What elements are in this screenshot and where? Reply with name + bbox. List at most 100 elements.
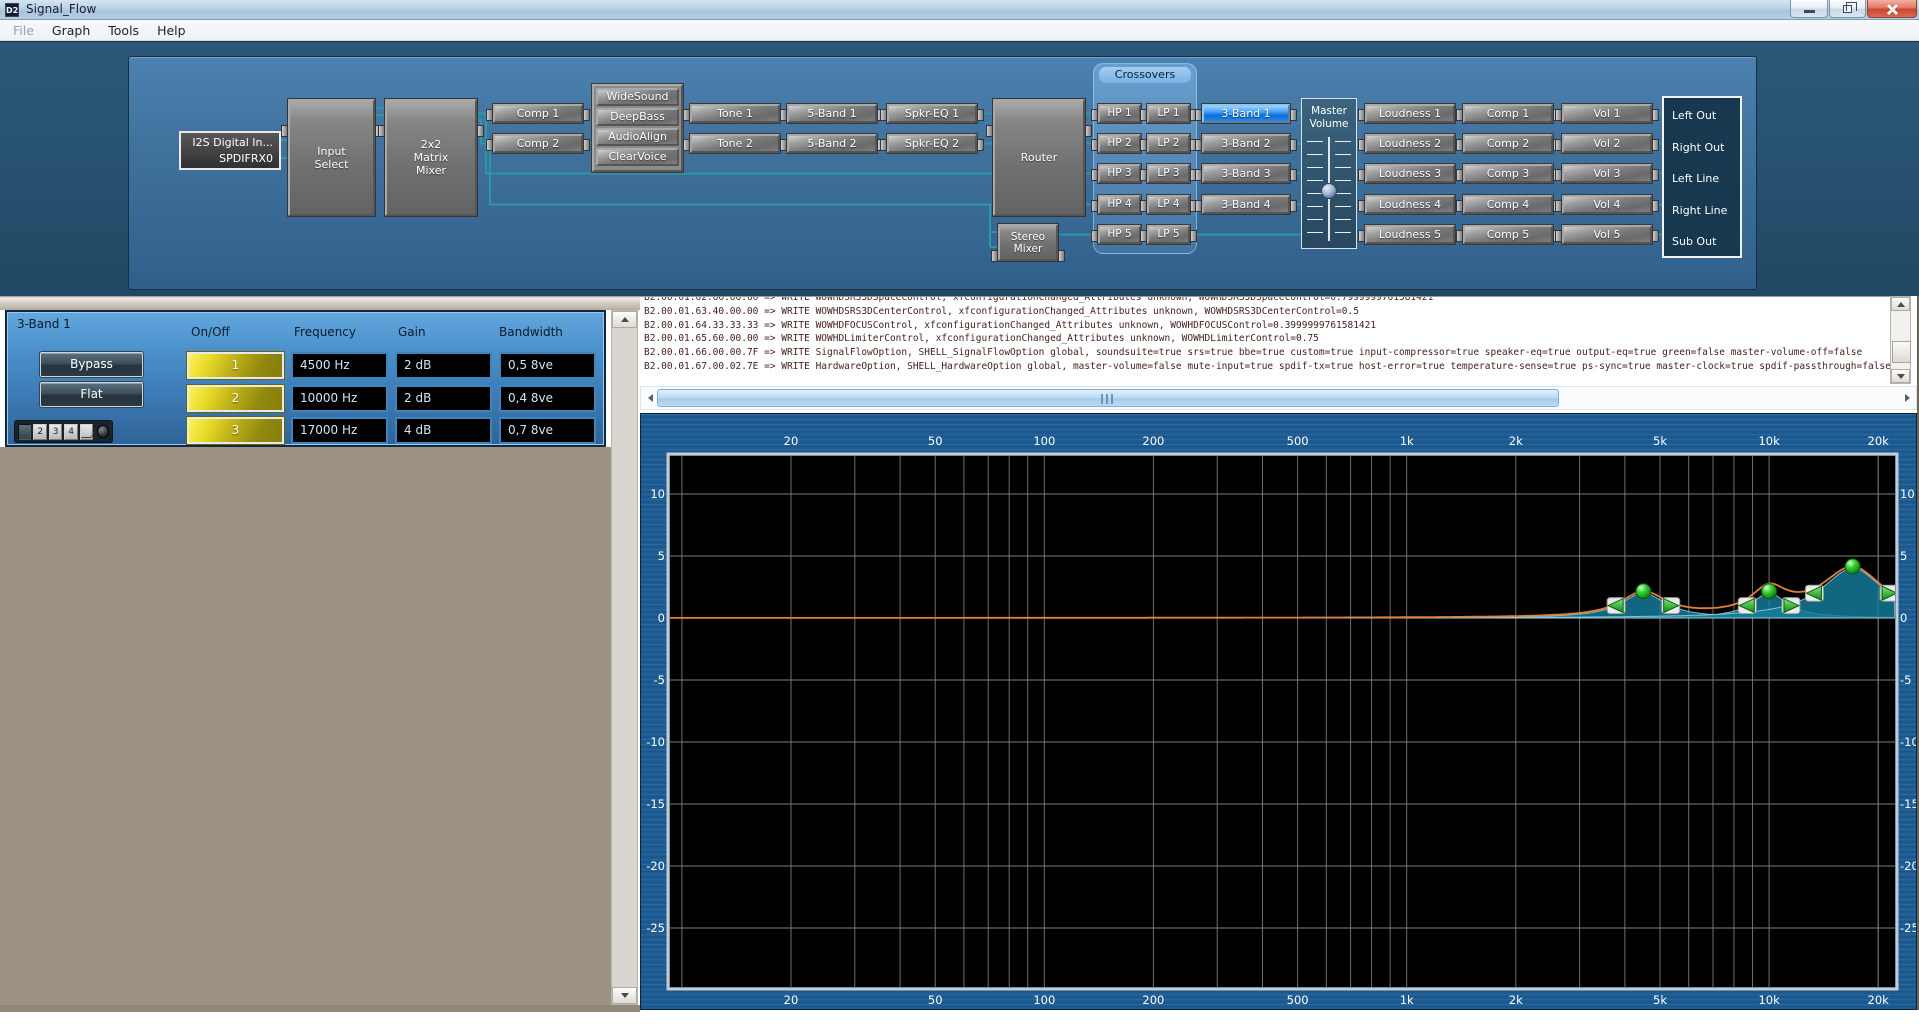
flow-node-loud-loudness-2[interactable]: Loudness 2 (1365, 134, 1455, 153)
flow-node-post-comp-1[interactable]: Comp 1 (1463, 104, 1553, 123)
scroll-right-button[interactable] (1898, 389, 1916, 407)
svg-text:10k: 10k (1758, 434, 1780, 448)
flow-node-vol-vol-5[interactable]: Vol 5 (1562, 225, 1652, 244)
flow-node-tone-tone-1[interactable]: Tone 1 (690, 104, 780, 123)
scroll-up-button[interactable] (612, 311, 637, 328)
flow-node-hp-hp-3[interactable]: HP 3 (1098, 164, 1141, 183)
svg-text:20k: 20k (1868, 993, 1890, 1007)
flow-node-band-3-band-3[interactable]: 3-Band 3 (1202, 164, 1290, 183)
log-vertical-scrollbar[interactable] (1890, 296, 1911, 384)
menu-item-tools[interactable]: Tools (99, 21, 148, 40)
flow-node-post-comp-3[interactable]: Comp 3 (1463, 164, 1553, 183)
band-3-bandwidth-value[interactable]: 0,7 8ve (499, 417, 596, 444)
input-source-line2: SPDIFRX0 (187, 151, 273, 167)
log-scroll-down-button[interactable] (1891, 369, 1910, 383)
flow-node-band-3-band-4[interactable]: 3-Band 4 (1202, 195, 1290, 214)
flow-node-hp-hp-5[interactable]: HP 5 (1098, 225, 1141, 244)
flow-node-vol-vol-1[interactable]: Vol 1 (1562, 104, 1652, 123)
horizontal-scroll-thumb[interactable] (657, 389, 1559, 407)
minimize-button[interactable] (1790, 0, 1828, 18)
flow-node-lp-lp-5[interactable]: LP 5 (1147, 225, 1190, 244)
flow-node-hp-hp-2[interactable]: HP 2 (1098, 134, 1141, 153)
flow-node-pre-comp-2[interactable]: Comp 2 (493, 134, 583, 153)
flow-node-audioalign[interactable]: AudioAlign (596, 128, 679, 146)
flow-node-vol-vol-2[interactable]: Vol 2 (1562, 134, 1652, 153)
flow-node-matrix-mixer[interactable]: 2x2 Matrix Mixer (385, 99, 477, 216)
flow-node-hp-hp-4[interactable]: HP 4 (1098, 195, 1141, 214)
band-2-onoff-button[interactable]: 2 (187, 385, 284, 412)
flow-node-deepbass[interactable]: DeepBass (596, 108, 679, 126)
restore-button[interactable] (1829, 0, 1866, 18)
flow-node-loud-loudness-5[interactable]: Loudness 5 (1365, 225, 1455, 244)
flow-node-loud-loudness-4[interactable]: Loudness 4 (1365, 195, 1455, 214)
flow-node-clearvoice[interactable]: ClearVoice (596, 148, 679, 166)
band-3-gain-value[interactable]: 4 dB (395, 417, 492, 444)
band-1-frequency-value[interactable]: 4500 Hz (291, 352, 388, 379)
flow-node-lp-lp-3[interactable]: LP 3 (1147, 164, 1190, 183)
left-pane-vertical-scrollbar[interactable] (611, 310, 638, 1005)
flow-node-loud-loudness-1[interactable]: Loudness 1 (1365, 104, 1455, 123)
flow-node-input-select[interactable]: Input Select (288, 99, 375, 216)
eq-bandwidth-handle[interactable] (1607, 598, 1625, 614)
flow-node-lp-lp-4[interactable]: LP 4 (1147, 195, 1190, 214)
flow-node-vol-vol-4[interactable]: Vol 4 (1562, 195, 1652, 214)
flow-node-hp-hp-1[interactable]: HP 1 (1098, 104, 1141, 123)
flow-node-input-source[interactable]: I2S Digital In... SPDIFRX0 (179, 131, 281, 170)
flow-node-band-3-band-2[interactable]: 3-Band 2 (1202, 134, 1290, 153)
left-pane-bottom-strip (0, 1005, 640, 1012)
band-2-gain-value[interactable]: 2 dB (395, 385, 492, 412)
flow-node-lp-lp-2[interactable]: LP 2 (1147, 134, 1190, 153)
flow-node-post-comp-4[interactable]: Comp 4 (1463, 195, 1553, 214)
svg-text:-10: -10 (646, 735, 665, 749)
log-scroll-up-button[interactable] (1891, 297, 1910, 311)
eq-bandwidth-handle[interactable] (1662, 598, 1680, 614)
svg-text:5: 5 (1900, 549, 1907, 563)
close-button[interactable] (1867, 0, 1917, 18)
flow-node-lp-lp-1[interactable]: LP 1 (1147, 104, 1190, 123)
eq-plot-svg[interactable]: 202050501001002002005005001k1k2k2k5k5k10… (641, 414, 1916, 1009)
band-1-bandwidth-value[interactable]: 0,5 8ve (499, 352, 596, 379)
menu-item-help[interactable]: Help (148, 21, 195, 40)
svg-text:1k: 1k (1400, 434, 1414, 448)
flow-node-vol-vol-3[interactable]: Vol 3 (1562, 164, 1652, 183)
flow-node-pre-comp-1[interactable]: Comp 1 (493, 104, 583, 123)
eq-response-graph[interactable]: 202050501001002002005005001k1k2k2k5k5k10… (640, 413, 1917, 1010)
band-3-frequency-value[interactable]: 17000 Hz (291, 417, 388, 444)
eq-bandwidth-handle[interactable] (1805, 585, 1823, 601)
flow-node-post-comp-5[interactable]: Comp 5 (1463, 225, 1553, 244)
flow-node-tone-tone-2[interactable]: Tone 2 (690, 134, 780, 153)
menu-item-graph[interactable]: Graph (43, 21, 99, 40)
eq-gain-handle[interactable] (1762, 584, 1777, 599)
flow-node-stereo-mixer[interactable]: Stereo Mixer (998, 224, 1058, 261)
eq-bandwidth-handle[interactable] (1880, 585, 1898, 601)
flow-node-5band-5-band-1[interactable]: 5-Band 1 (787, 104, 877, 123)
scroll-down-button[interactable] (612, 987, 637, 1004)
eq-gain-handle[interactable] (1636, 584, 1651, 599)
band-1-gain-value[interactable]: 2 dB (395, 352, 492, 379)
eq-bandwidth-handle[interactable] (1738, 598, 1756, 614)
eq-bandwidth-handle[interactable] (1782, 598, 1800, 614)
flow-node-loud-loudness-3[interactable]: Loudness 3 (1365, 164, 1455, 183)
menu-item-file[interactable]: File (4, 21, 43, 40)
band-1-onoff-button[interactable]: 1 (187, 352, 284, 379)
flow-node-band-3-band-1[interactable]: 3-Band 1 (1202, 104, 1290, 123)
band-table: 1 4500 Hz 2 dB 0,5 8ve 2 10000 Hz 2 dB 0,4 8ve 3… (7, 312, 608, 449)
title-bar[interactable]: D2 Signal_Flow (0, 0, 1919, 20)
log-console[interactable]: B2.00.01.62.66.66.66 => WRITE WOWHDSRS3D… (640, 296, 1890, 384)
flow-node-spkreq-spkr-eq-2[interactable]: Spkr-EQ 2 (887, 134, 977, 153)
log-horizontal-scrollbar[interactable] (640, 386, 1917, 410)
band-2-frequency-value[interactable]: 10000 Hz (291, 385, 388, 412)
flow-node-spkreq-spkr-eq-1[interactable]: Spkr-EQ 1 (887, 104, 977, 123)
band-2-bandwidth-value[interactable]: 0,4 8ve (499, 385, 596, 412)
band-3-onoff-button[interactable]: 3 (187, 417, 284, 444)
flow-node-router[interactable]: Router (993, 99, 1085, 216)
master-volume-slider-thumb[interactable] (1321, 183, 1337, 199)
flow-node-widesound[interactable]: WideSound (596, 88, 679, 106)
desktop-below-window (0, 1012, 1919, 1031)
flow-node-post-comp-2[interactable]: Comp 2 (1463, 134, 1553, 153)
flow-node-master-volume[interactable]: Master Volume (1301, 98, 1357, 249)
eq-gain-handle[interactable] (1845, 559, 1860, 574)
flow-node-5band-5-band-2[interactable]: 5-Band 2 (787, 134, 877, 153)
log-scroll-thumb[interactable] (1892, 341, 1911, 363)
input-source-line1: I2S Digital In... (187, 135, 273, 151)
